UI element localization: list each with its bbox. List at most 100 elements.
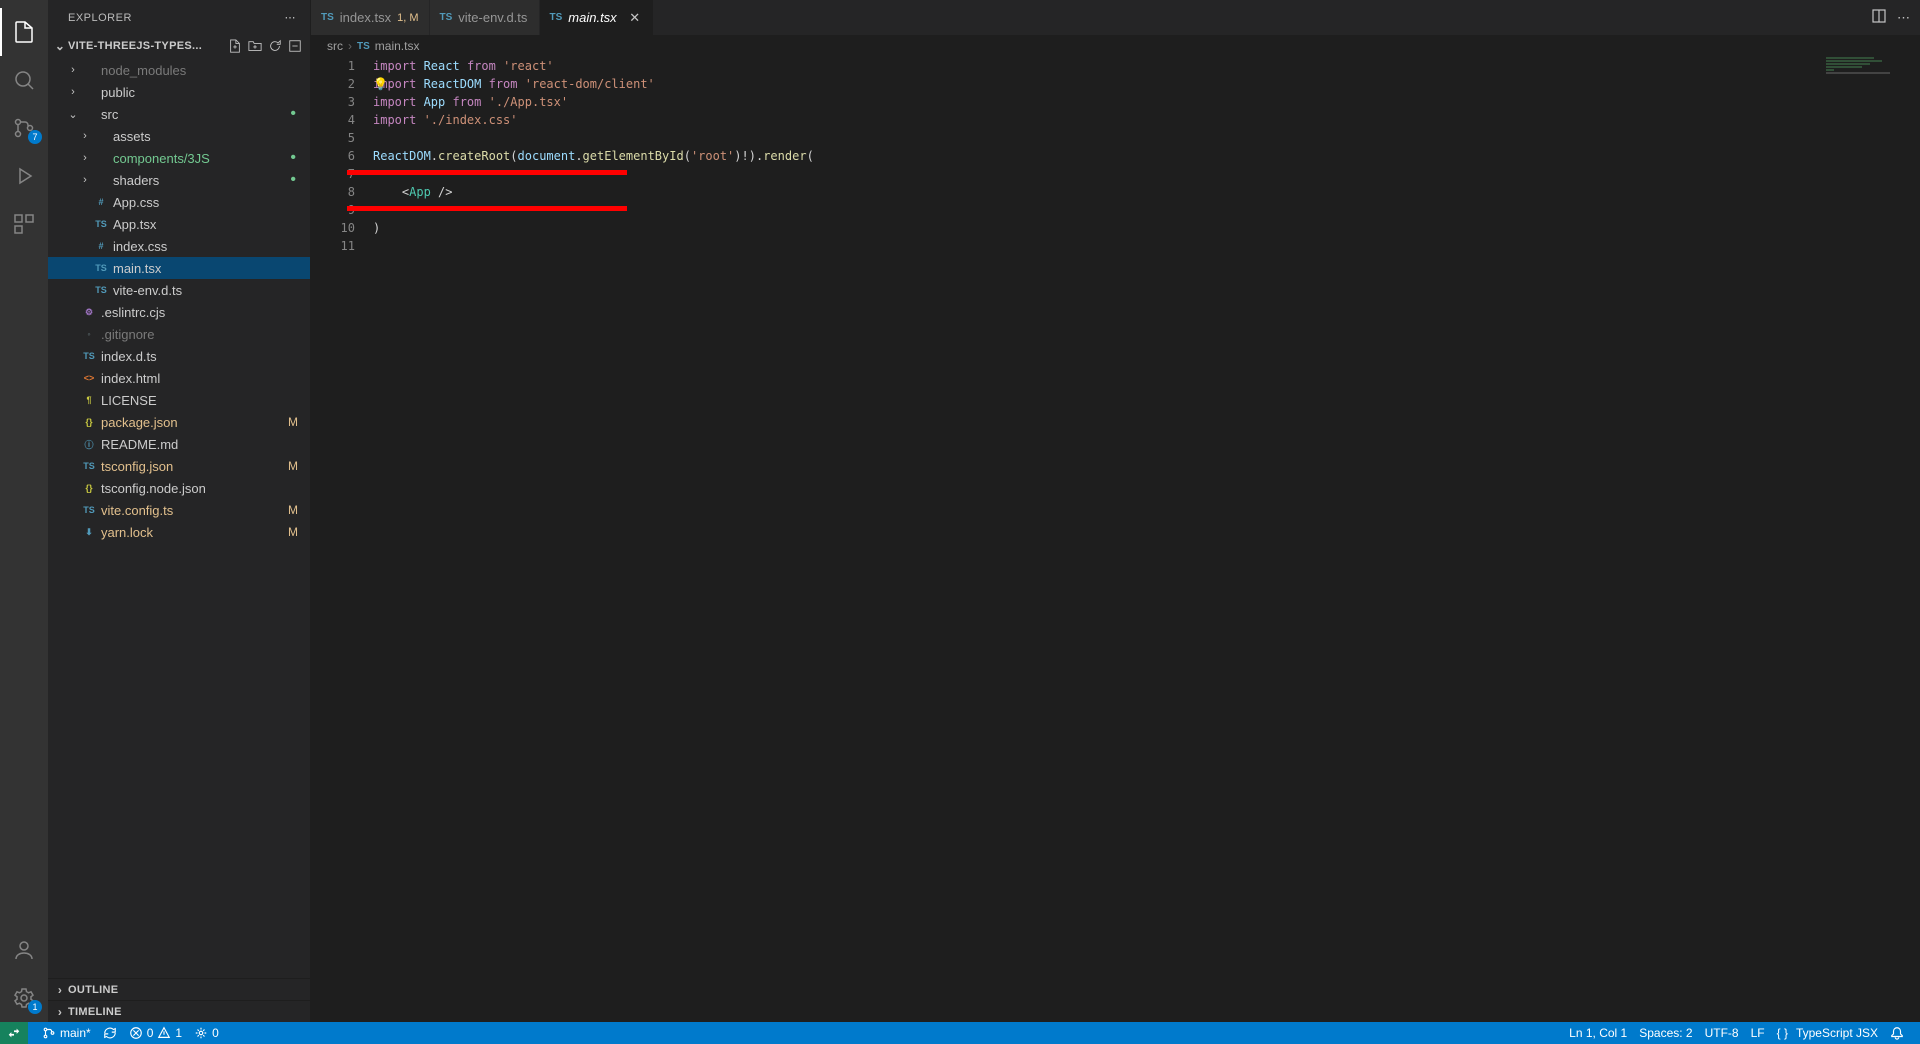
- file-label: src: [101, 107, 290, 122]
- timeline-header[interactable]: › TIMELINE: [48, 1000, 310, 1022]
- status-lang[interactable]: { }TypeScript JSX: [1771, 1026, 1884, 1040]
- file-icon: TS: [80, 505, 98, 515]
- line-number: 3: [311, 93, 355, 111]
- git-modified-indicator: M: [288, 459, 300, 473]
- file-item[interactable]: ¶LICENSE: [48, 389, 310, 411]
- ts-icon: TS: [357, 41, 370, 52]
- chevron-right-icon: ›: [52, 983, 68, 997]
- file-label: index.d.ts: [101, 349, 300, 364]
- line-number: 4: [311, 111, 355, 129]
- file-icon: ⬇: [80, 527, 98, 538]
- breadcrumbs[interactable]: src › TS main.tsx: [311, 35, 1920, 57]
- new-file-icon[interactable]: [226, 37, 244, 55]
- file-item[interactable]: ⓘREADME.md: [48, 433, 310, 455]
- tab-label: vite-env.d.ts: [458, 10, 527, 25]
- activity-extensions[interactable]: [0, 200, 48, 248]
- file-item[interactable]: {}tsconfig.node.json: [48, 477, 310, 499]
- activity-account[interactable]: [0, 926, 48, 974]
- close-icon[interactable]: ✕: [627, 10, 643, 26]
- editor-tab[interactable]: TSmain.tsx✕: [540, 0, 654, 35]
- file-icon: TS: [80, 461, 98, 471]
- file-icon: TS: [92, 285, 110, 295]
- file-label: shaders: [113, 173, 290, 188]
- folder-item[interactable]: ›shaders•: [48, 169, 310, 191]
- status-cursor[interactable]: Ln 1, Col 1: [1563, 1026, 1633, 1040]
- activity-explorer[interactable]: [0, 8, 48, 56]
- status-bar: main* 0 1 0 Ln 1, Col 1 Spaces: 2 UTF-8 …: [0, 1022, 1920, 1044]
- file-icon: <>: [80, 373, 98, 383]
- file-label: yarn.lock: [101, 525, 288, 540]
- sidebar-header: EXPLORER ⋯: [48, 0, 310, 35]
- file-item[interactable]: TSApp.tsx: [48, 213, 310, 235]
- file-tree: ›node_modules›public⌄src•›assets›compone…: [48, 57, 310, 978]
- minimap[interactable]: [1826, 57, 1906, 177]
- folder-item[interactable]: ›components/3JS•: [48, 147, 310, 169]
- lightbulb-icon[interactable]: 💡: [373, 75, 388, 93]
- file-item[interactable]: #index.css: [48, 235, 310, 257]
- status-branch[interactable]: main*: [36, 1026, 97, 1040]
- file-item[interactable]: TStsconfig.jsonM: [48, 455, 310, 477]
- folder-item[interactable]: ›public: [48, 81, 310, 103]
- file-label: tsconfig.json: [101, 459, 288, 474]
- line-number: 2: [311, 75, 355, 93]
- file-icon: TS: [80, 351, 98, 361]
- redaction-bar: [347, 170, 627, 175]
- file-label: public: [101, 85, 300, 100]
- ts-icon: TS: [550, 12, 563, 23]
- line-number: 10: [311, 219, 355, 237]
- chevron-right-icon: ›: [52, 1005, 68, 1019]
- breadcrumb-item[interactable]: src: [327, 39, 343, 53]
- sidebar-more-icon[interactable]: ⋯: [285, 11, 297, 24]
- file-label: node_modules: [101, 63, 300, 78]
- status-spaces[interactable]: Spaces: 2: [1633, 1026, 1698, 1040]
- line-number: 1: [311, 57, 355, 75]
- file-label: index.css: [113, 239, 300, 254]
- file-icon: #: [92, 241, 110, 251]
- file-icon: ⓘ: [80, 438, 98, 451]
- file-item[interactable]: <>index.html: [48, 367, 310, 389]
- remote-indicator[interactable]: [0, 1022, 28, 1044]
- file-item[interactable]: ⚙.eslintrc.cjs: [48, 301, 310, 323]
- file-item[interactable]: ◦.gitignore: [48, 323, 310, 345]
- status-ports[interactable]: 0: [188, 1026, 225, 1040]
- outline-header[interactable]: › OUTLINE: [48, 978, 310, 1000]
- editor-tab[interactable]: TSvite-env.d.ts: [430, 0, 540, 35]
- file-icon: TS: [92, 263, 110, 273]
- activity-scm[interactable]: 7: [0, 104, 48, 152]
- code-editor[interactable]: 1234567891011 import React from 'react' …: [311, 57, 1920, 1022]
- breadcrumb-item[interactable]: main.tsx: [375, 39, 420, 53]
- refresh-icon[interactable]: [266, 37, 284, 55]
- folder-item[interactable]: ⌄src•: [48, 103, 310, 125]
- status-sync[interactable]: [97, 1026, 123, 1040]
- file-icon: ¶: [80, 395, 98, 405]
- status-encoding[interactable]: UTF-8: [1699, 1026, 1745, 1040]
- more-icon[interactable]: ⋯: [1897, 10, 1910, 26]
- file-item[interactable]: TSmain.tsx: [48, 257, 310, 279]
- activity-search[interactable]: [0, 56, 48, 104]
- activity-settings[interactable]: 1: [0, 974, 48, 1022]
- chevron-icon: ›: [78, 174, 92, 186]
- status-eol[interactable]: LF: [1745, 1026, 1771, 1040]
- activity-debug[interactable]: [0, 152, 48, 200]
- new-folder-icon[interactable]: [246, 37, 264, 55]
- folder-item[interactable]: ›assets: [48, 125, 310, 147]
- file-item[interactable]: TSvite.config.tsM: [48, 499, 310, 521]
- code-content[interactable]: import React from 'react' 💡import ReactD…: [373, 57, 1920, 1022]
- file-item[interactable]: TSindex.d.ts: [48, 345, 310, 367]
- file-label: README.md: [101, 437, 300, 452]
- explorer-project-header[interactable]: ⌄ VITE-THREEJS-TYPES...: [48, 35, 310, 57]
- file-label: package.json: [101, 415, 288, 430]
- file-item[interactable]: #App.css: [48, 191, 310, 213]
- file-item[interactable]: ⬇yarn.lockM: [48, 521, 310, 543]
- split-editor-icon[interactable]: [1871, 8, 1887, 27]
- editor-tab[interactable]: TSindex.tsx1, M: [311, 0, 430, 35]
- collapse-icon[interactable]: [286, 37, 304, 55]
- file-label: assets: [113, 129, 300, 144]
- tab-modified-badge: 1, M: [397, 12, 418, 24]
- status-problems[interactable]: 0 1: [123, 1026, 188, 1040]
- file-item[interactable]: {}package.jsonM: [48, 411, 310, 433]
- file-item[interactable]: TSvite-env.d.ts: [48, 279, 310, 301]
- tab-bar: TSindex.tsx1, MTSvite-env.d.tsTSmain.tsx…: [311, 0, 1920, 35]
- folder-item[interactable]: ›node_modules: [48, 59, 310, 81]
- status-notifications[interactable]: [1884, 1026, 1910, 1040]
